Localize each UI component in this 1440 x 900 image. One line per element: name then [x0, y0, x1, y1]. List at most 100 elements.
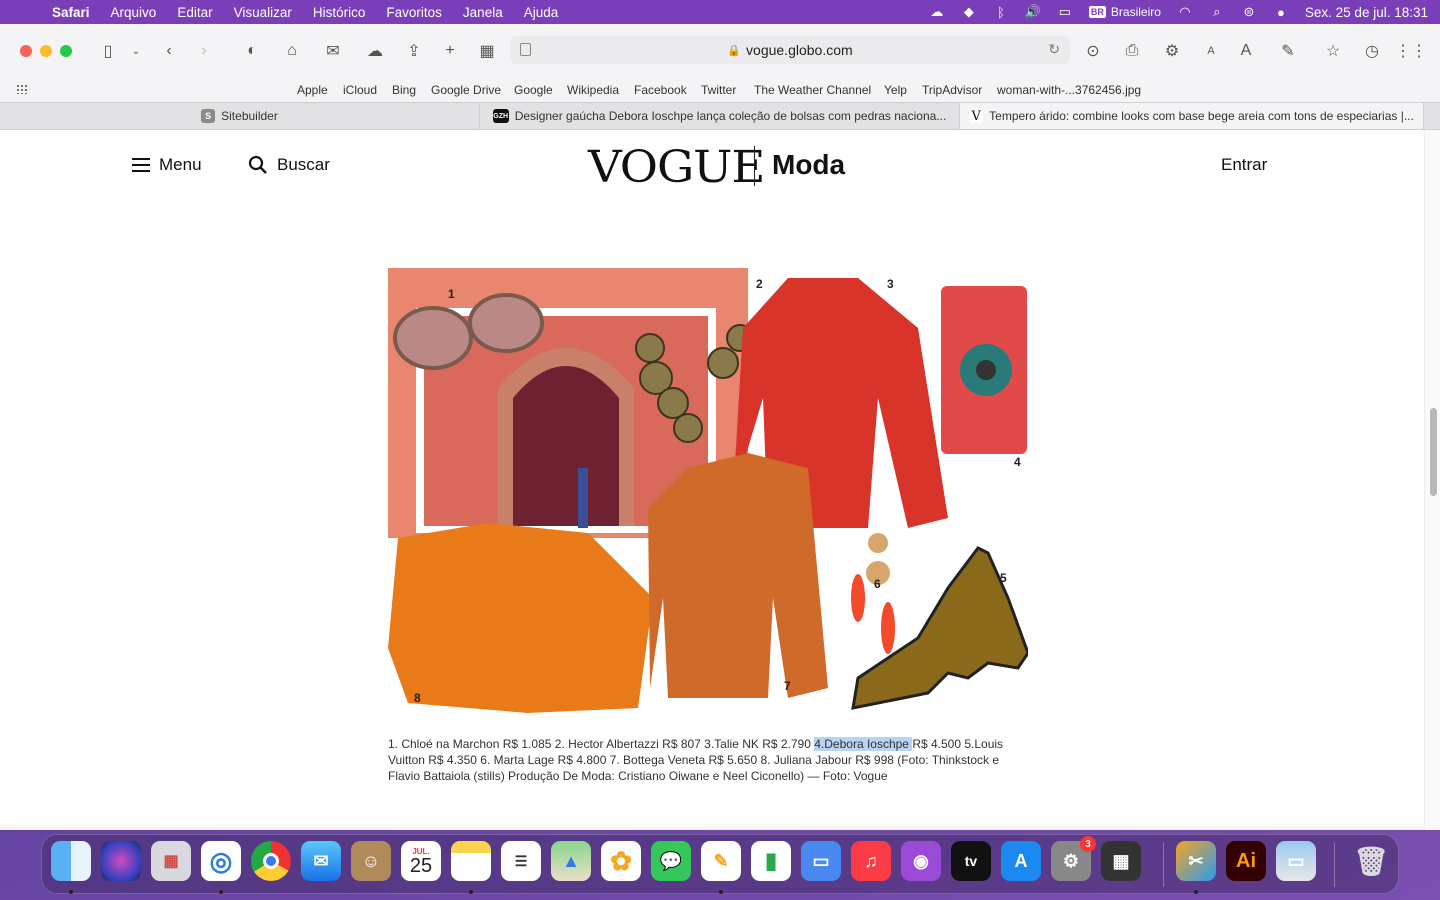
- menubar-clock[interactable]: Sex. 25 de jul. 18:31: [1305, 5, 1428, 20]
- tab-group-chevron-icon[interactable]: ⌄: [123, 38, 149, 64]
- numbers-icon[interactable]: ▮: [751, 841, 791, 881]
- apps-grid-icon[interactable]: ⋮⋮: [1395, 38, 1427, 64]
- zoom-window-button[interactable]: [60, 45, 72, 57]
- calendar-icon[interactable]: JUL. 25: [401, 841, 441, 881]
- dropbox-icon[interactable]: ◆: [961, 4, 977, 19]
- text-smaller-icon[interactable]: A: [1198, 38, 1224, 64]
- messages-icon[interactable]: 💬: [651, 841, 691, 881]
- text-larger-icon[interactable]: A: [1233, 38, 1259, 64]
- section-title[interactable]: Moda: [772, 149, 845, 181]
- scrollbar-thumb[interactable]: [1430, 408, 1437, 496]
- trash-icon[interactable]: 🗑: [1351, 841, 1391, 881]
- menu-janela[interactable]: Janela: [463, 5, 503, 20]
- close-window-button[interactable]: [20, 45, 32, 57]
- fav-tripadvisor[interactable]: TripAdvisor: [922, 83, 982, 97]
- home-icon[interactable]: ⌂: [279, 38, 305, 64]
- fav-google[interactable]: Google: [514, 83, 553, 97]
- product-collage-image: 1 2 3 4 5 6 7 8: [388, 268, 1028, 714]
- tab-gzh[interactable]: GZH Designer gaúcha Debora Ioschpe lança…: [480, 103, 960, 129]
- mail-app-icon[interactable]: ✉: [301, 841, 341, 881]
- menu-favoritos[interactable]: Favoritos: [386, 5, 442, 20]
- spotlight-search-icon[interactable]: ⌕: [1209, 4, 1225, 19]
- photos-icon[interactable]: ✿: [601, 841, 641, 881]
- history-clock-icon[interactable]: ◷: [1359, 38, 1385, 64]
- tab-overview-icon[interactable]: ▦: [474, 38, 500, 64]
- minimize-window-button[interactable]: [40, 45, 52, 57]
- input-source[interactable]: BR Brasileiro: [1088, 5, 1161, 19]
- hamburger-menu-icon[interactable]: [132, 158, 150, 172]
- menu-visualizar[interactable]: Visualizar: [234, 5, 292, 20]
- reload-icon[interactable]: ↻: [1048, 41, 1060, 58]
- tab-vogue[interactable]: V Tempero árido: combine looks com base …: [960, 103, 1424, 129]
- music-icon[interactable]: ♫: [851, 841, 891, 881]
- site-header: Menu Buscar VOGUE Moda Entrar: [0, 130, 1424, 202]
- chrome-icon[interactable]: [251, 841, 291, 881]
- fav-twitter[interactable]: Twitter: [701, 83, 736, 97]
- finder-icon[interactable]: [51, 841, 91, 881]
- launchpad-icon[interactable]: ▦: [151, 841, 191, 881]
- volume-icon[interactable]: 🔊: [1025, 4, 1041, 19]
- pages-icon[interactable]: ✎: [701, 841, 741, 881]
- item-number: 4: [1014, 455, 1021, 469]
- login-button[interactable]: Entrar: [1221, 155, 1267, 175]
- siri-icon[interactable]: ●: [1273, 5, 1289, 20]
- address-bar[interactable]: 🔒 vogue.globo.com ↻: [510, 36, 1070, 64]
- menu-historico[interactable]: Histórico: [313, 5, 366, 20]
- edit-icon[interactable]: ✎: [1275, 38, 1301, 64]
- vertical-scrollbar[interactable]: [1424, 130, 1440, 830]
- control-center-icon[interactable]: ⊜: [1241, 4, 1257, 19]
- preview-icon[interactable]: ▭: [1276, 841, 1316, 881]
- contacts-icon[interactable]: ☺: [351, 841, 391, 881]
- reminders-icon[interactable]: ☰: [501, 841, 541, 881]
- image-viewer-app-icon[interactable]: ✂: [1176, 841, 1216, 881]
- battery-icon[interactable]: ▭: [1057, 4, 1073, 19]
- settings-gear-icon[interactable]: ⚙: [1159, 38, 1185, 64]
- fav-bing[interactable]: Bing: [392, 83, 416, 97]
- fav-wikipedia[interactable]: Wikipedia: [567, 83, 619, 97]
- search-button[interactable]: Buscar: [277, 155, 330, 175]
- downloads-icon[interactable]: ⊙: [1080, 38, 1106, 64]
- privacy-shield-icon[interactable]: ◐: [239, 38, 265, 64]
- menu-safari[interactable]: Safari: [52, 5, 90, 20]
- mail-icon[interactable]: ✉: [320, 38, 346, 64]
- sidebar-toggle-icon[interactable]: ▯: [95, 38, 121, 64]
- creative-cloud-icon[interactable]: ☁: [929, 4, 945, 19]
- vogue-logo[interactable]: VOGUE: [588, 142, 765, 193]
- keynote-icon[interactable]: ▭: [801, 841, 841, 881]
- back-icon[interactable]: ‹: [156, 38, 182, 64]
- siri-app-icon[interactable]: [101, 841, 141, 881]
- item-number: 1: [448, 287, 455, 301]
- podcasts-icon[interactable]: ◉: [901, 841, 941, 881]
- bluetooth-icon[interactable]: ᛒ: [993, 5, 1009, 20]
- print-icon[interactable]: ⎙: [1119, 38, 1145, 64]
- illustrator-icon[interactable]: Ai: [1226, 841, 1266, 881]
- favorites-grid-icon[interactable]: [16, 84, 28, 94]
- caption-selected-text: 4.Debora Ioschpe: [814, 737, 913, 751]
- maps-icon[interactable]: ▲: [551, 841, 591, 881]
- fav-apple[interactable]: Apple: [297, 83, 328, 97]
- menu-ajuda[interactable]: Ajuda: [524, 5, 559, 20]
- wifi-icon[interactable]: ◠: [1177, 4, 1193, 19]
- fav-weather-channel[interactable]: The Weather Channel: [754, 83, 871, 97]
- notes-icon[interactable]: [451, 841, 491, 881]
- menu-editar[interactable]: Editar: [177, 5, 212, 20]
- icloud-icon[interactable]: ☁: [362, 38, 388, 64]
- safari-icon[interactable]: ◎: [201, 841, 241, 881]
- menu-button[interactable]: Menu: [159, 155, 202, 175]
- calculator-icon[interactable]: ▦: [1101, 841, 1141, 881]
- tab-sitebuilder[interactable]: S Sitebuilder: [0, 103, 480, 129]
- fav-image-file[interactable]: woman-with-...3762456.jpg: [997, 83, 1141, 97]
- fav-icloud[interactable]: iCloud: [343, 83, 377, 97]
- share-icon[interactable]: ⇪: [401, 38, 427, 64]
- fav-google-drive[interactable]: Google Drive: [431, 83, 501, 97]
- search-icon[interactable]: [248, 155, 268, 175]
- fav-facebook[interactable]: Facebook: [634, 83, 687, 97]
- forward-icon[interactable]: ›: [191, 38, 217, 64]
- system-settings-icon[interactable]: ⚙ 3: [1051, 836, 1096, 881]
- menu-arquivo[interactable]: Arquivo: [111, 5, 157, 20]
- bookmark-star-icon[interactable]: ☆: [1320, 38, 1346, 64]
- apple-tv-icon[interactable]: tv: [951, 841, 991, 881]
- fav-yelp[interactable]: Yelp: [884, 83, 907, 97]
- app-store-icon[interactable]: A: [1001, 841, 1041, 881]
- new-tab-icon[interactable]: +: [437, 38, 463, 64]
